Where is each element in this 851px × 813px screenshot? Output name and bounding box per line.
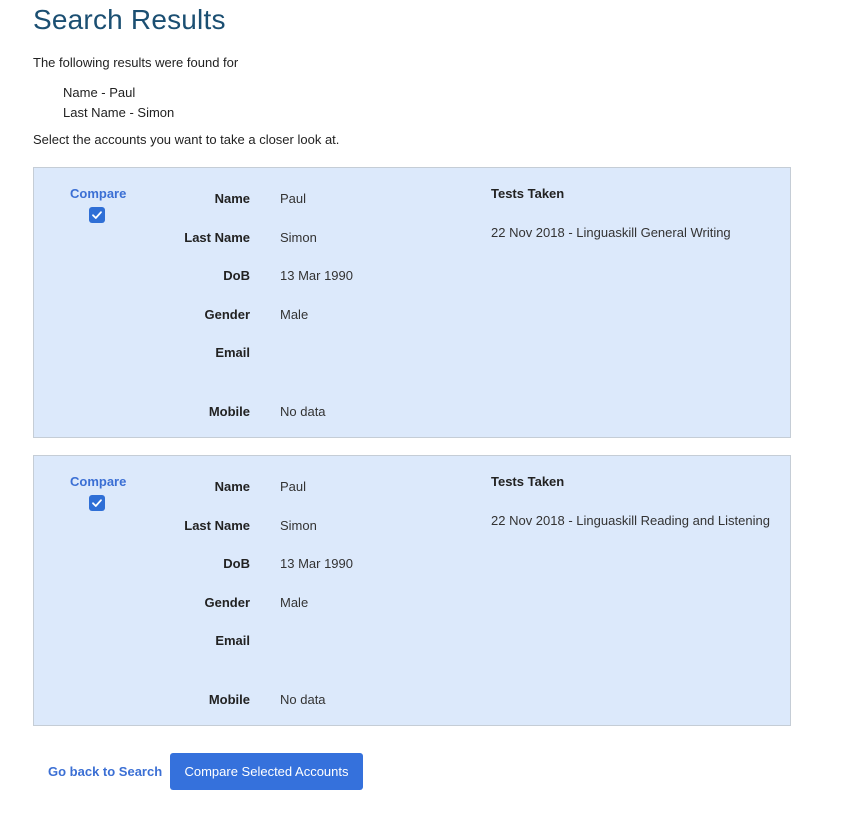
compare-label: Compare xyxy=(70,186,127,201)
selection-instruction: Select the accounts you want to take a c… xyxy=(33,132,340,147)
compare-checkbox[interactable] xyxy=(89,207,105,223)
dob-value: 13 Mar 1990 xyxy=(280,268,353,283)
criteria-last-name: Last Name - Simon xyxy=(63,105,175,120)
compare-selected-accounts-button[interactable]: Compare Selected Accounts xyxy=(170,753,363,790)
checkmark-icon xyxy=(92,211,102,219)
dob-label: DoB xyxy=(223,268,250,283)
compare-label: Compare xyxy=(70,474,127,489)
last-name-value: Simon xyxy=(280,518,317,533)
results-intro: The following results were found for xyxy=(33,55,239,70)
criteria-name: Name - Paul xyxy=(63,85,136,100)
name-label: Name xyxy=(214,479,250,494)
tests-taken-heading: Tests Taken xyxy=(491,186,565,201)
go-back-to-search-link[interactable]: Go back to Search xyxy=(48,764,162,779)
compare-checkbox[interactable] xyxy=(89,495,105,511)
dob-value: 13 Mar 1990 xyxy=(280,556,353,571)
checkmark-icon xyxy=(92,499,102,507)
name-value: Paul xyxy=(280,479,307,494)
account-card: Compare Name Paul Last Name Simon DoB 13… xyxy=(33,167,791,438)
gender-value: Male xyxy=(280,307,309,322)
mobile-label: Mobile xyxy=(208,692,250,707)
search-results-page: Search Results The following results wer… xyxy=(0,0,851,813)
last-name-label: Last Name xyxy=(184,518,250,533)
tests-taken-heading: Tests Taken xyxy=(491,474,565,489)
last-name-label: Last Name xyxy=(184,230,250,245)
mobile-label: Mobile xyxy=(208,404,250,419)
page-title: Search Results xyxy=(33,4,226,35)
account-card: Compare Name Paul Last Name Simon DoB 13… xyxy=(33,455,791,726)
search-criteria: Name - Paul Last Name - Simon xyxy=(63,83,174,123)
name-value: Paul xyxy=(280,191,307,206)
test-item: 22 Nov 2018 - Linguaskill General Writin… xyxy=(491,225,731,240)
mobile-value: No data xyxy=(280,404,326,419)
email-label: Email xyxy=(215,633,250,648)
name-label: Name xyxy=(214,191,250,206)
compare-control: Compare xyxy=(70,474,127,516)
gender-label: Gender xyxy=(204,307,250,322)
last-name-value: Simon xyxy=(280,230,317,245)
test-item: 22 Nov 2018 - Linguaskill Reading and Li… xyxy=(491,513,770,528)
email-label: Email xyxy=(215,345,250,360)
gender-value: Male xyxy=(280,595,309,610)
gender-label: Gender xyxy=(204,595,250,610)
dob-label: DoB xyxy=(223,556,250,571)
mobile-value: No data xyxy=(280,692,326,707)
compare-control: Compare xyxy=(70,186,127,228)
